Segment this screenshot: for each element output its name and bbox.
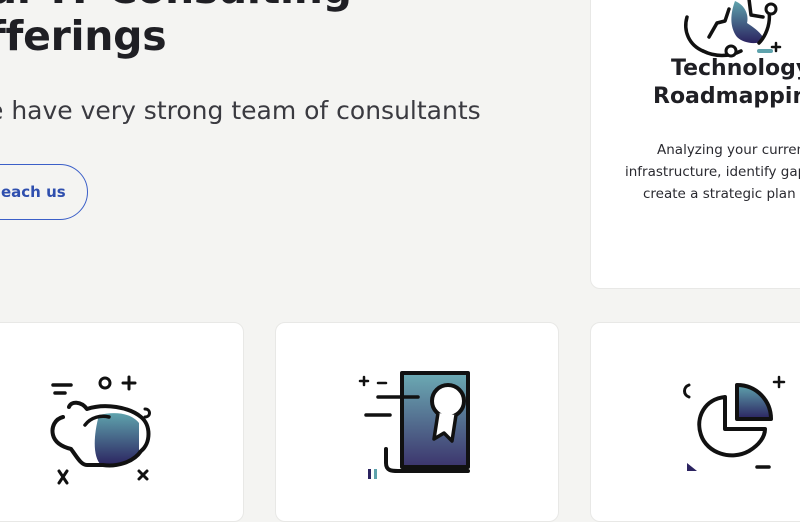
card-title-line-1: Technology: [671, 56, 800, 81]
card-description-line-2: infrastructure, identify gap: [625, 164, 800, 180]
card-title-line-2: Roadmapping: [653, 84, 800, 109]
service-card-analytics[interactable]: [590, 322, 800, 522]
hero-subtitle: e have very strong team of consultants: [0, 96, 481, 125]
card-description-line-3: create a strategic plan t: [643, 186, 800, 202]
pie-chart-icon: [683, 375, 786, 471]
card-description: Analyzing your curren infrastructure, id…: [625, 139, 800, 205]
page-title-line-2: fferings: [0, 12, 167, 60]
globe-icon: [684, 0, 782, 58]
piggy-bank-icon: [50, 375, 151, 485]
service-card-certification[interactable]: [275, 322, 559, 522]
service-card-budget[interactable]: [0, 322, 244, 522]
certificate-icon: [358, 371, 470, 479]
page-title: ur IT Consulting fferings: [0, 0, 352, 60]
reach-us-button[interactable]: each us: [0, 164, 88, 220]
card-description-line-1: Analyzing your curren: [657, 142, 800, 158]
card-title: Technology Roadmapping: [651, 55, 800, 111]
service-card-technology-roadmapping[interactable]: Technology Roadmapping Analyzing your cu…: [590, 0, 800, 289]
